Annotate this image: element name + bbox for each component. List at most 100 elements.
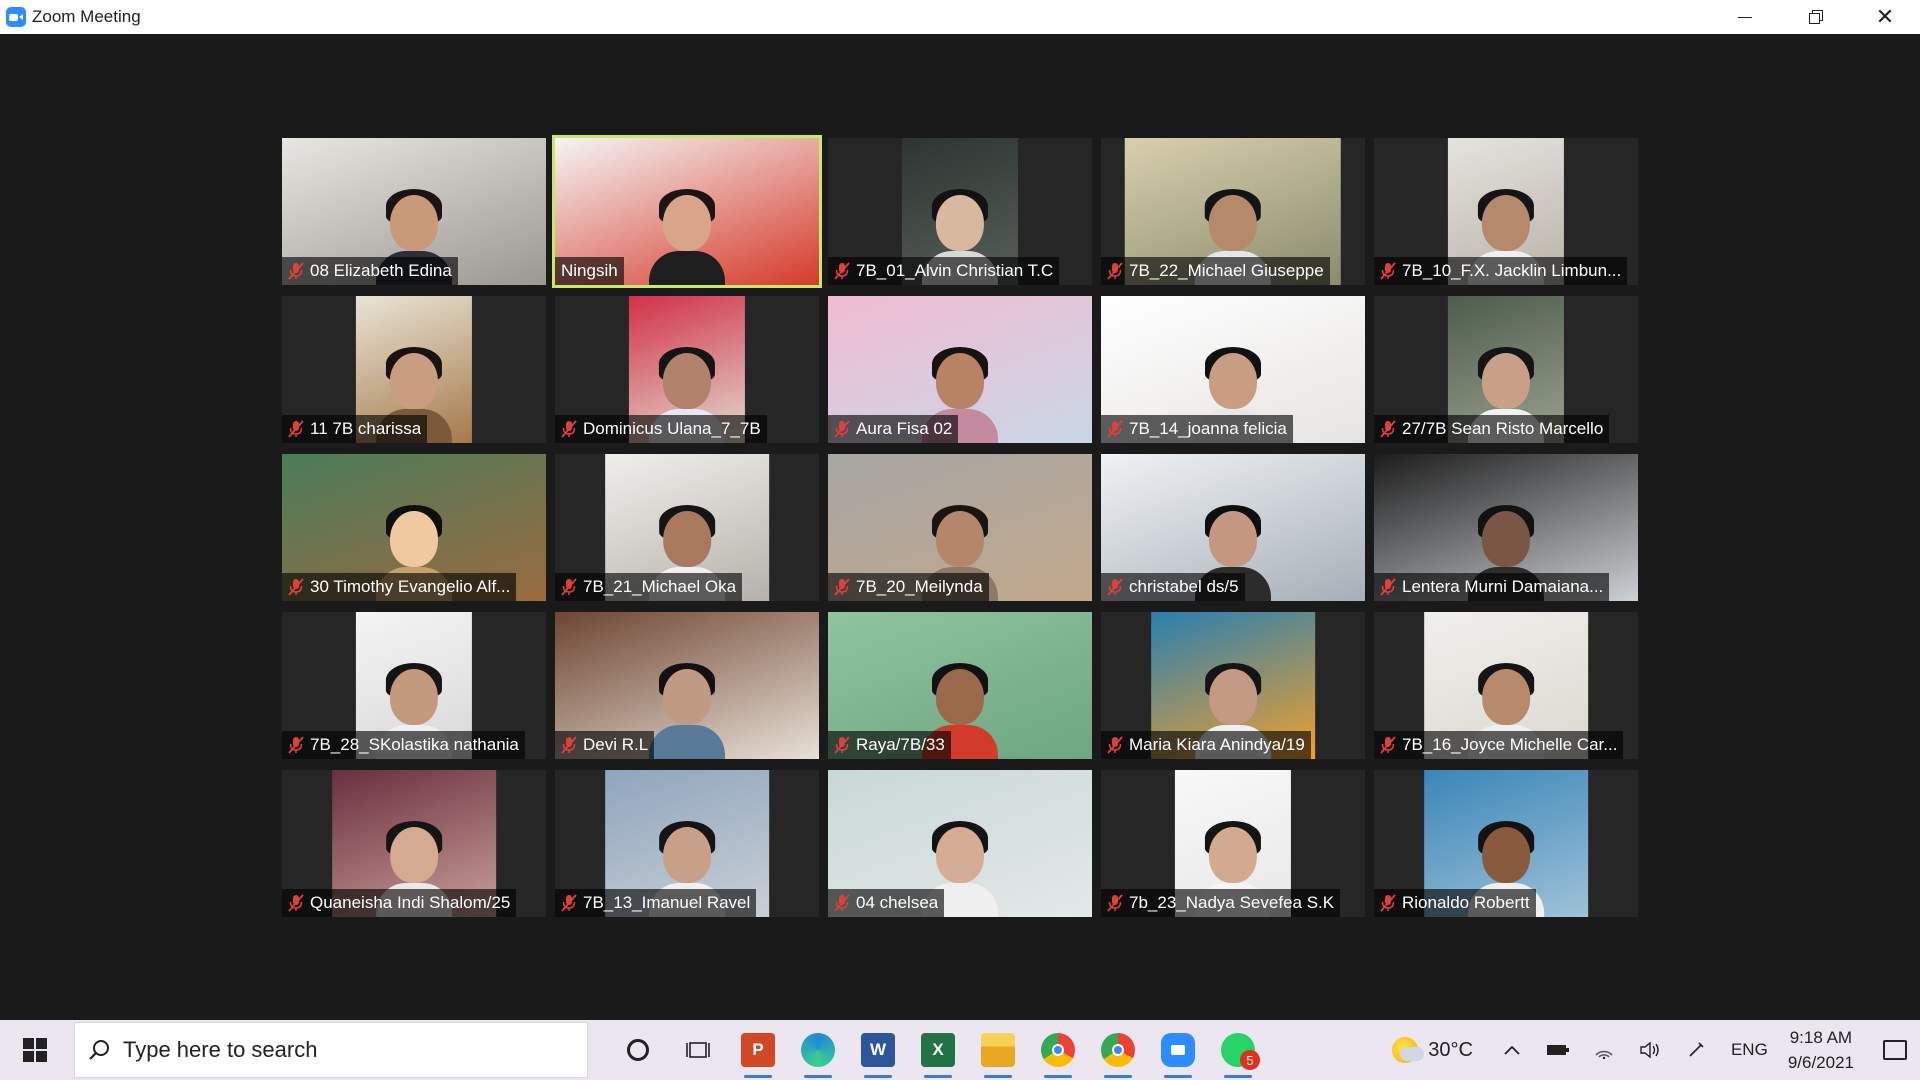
wifi-icon[interactable] — [1581, 1020, 1627, 1080]
battery-icon[interactable] — [1535, 1020, 1581, 1080]
search-placeholder: Type here to search — [123, 1037, 318, 1062]
participant-tile[interactable]: Quaneisha Indi Shalom/25 — [282, 770, 546, 917]
participant-tile[interactable]: 30 Timothy Evangelio Alf... — [282, 454, 546, 601]
participant-tile[interactable]: Raya/7B/33 — [828, 612, 1092, 759]
participant-namebar: Aura Fisa 02 — [828, 415, 959, 443]
participant-tile[interactable]: Rionaldo Robertt — [1374, 770, 1638, 917]
clock[interactable]: 9:18 AM 9/6/2021 — [1788, 1025, 1854, 1075]
participant-namebar: Lentera Murni Damaiana... — [1374, 573, 1610, 601]
cortana-taskbar-button[interactable] — [608, 1020, 668, 1080]
file-explorer-taskbar-button[interactable] — [968, 1020, 1028, 1080]
edge-icon — [801, 1033, 835, 1067]
participant-name: christabel ds/5 — [1129, 577, 1239, 596]
participant-tile[interactable]: Lentera Murni Damaiana... — [1374, 454, 1638, 601]
participant-namebar: 7B_22_Michael Giuseppe — [1101, 257, 1330, 285]
clock-time: 9:18 AM — [1789, 1028, 1853, 1047]
whatsapp-taskbar-button[interactable]: 5 — [1208, 1020, 1268, 1080]
participant-tile[interactable]: 7B_16_Joyce Michelle Car... — [1374, 612, 1638, 759]
participant-namebar: Quaneisha Indi Shalom/25 — [282, 889, 517, 917]
participant-name: 7B_14_joanna felicia — [1129, 419, 1287, 438]
participant-namebar: 08 Elizabeth Edina — [282, 257, 458, 285]
participant-namebar: 7B_13_Imanuel Ravel — [555, 889, 757, 917]
participant-name: Quaneisha Indi Shalom/25 — [310, 893, 511, 912]
participant-name: 7B_16_Joyce Michelle Car... — [1402, 735, 1618, 754]
volume-icon[interactable] — [1627, 1020, 1673, 1080]
zoom-taskbar-button[interactable] — [1148, 1020, 1208, 1080]
muted-mic-icon — [1105, 893, 1125, 913]
show-hidden-icons-chevron-up-icon[interactable] — [1489, 1020, 1535, 1080]
word-icon: W — [861, 1033, 895, 1067]
participant-tile[interactable]: Aura Fisa 02 — [828, 296, 1092, 443]
participant-name: Rionaldo Robertt — [1402, 893, 1530, 912]
participant-name: 7B_10_F.X. Jacklin Limbun... — [1402, 261, 1622, 280]
participant-tile[interactable]: 7B_13_Imanuel Ravel — [555, 770, 819, 917]
participant-namebar: 7b_23_Nadya Sevefea S.K — [1101, 889, 1341, 917]
weather-widget[interactable]: 30°C — [1392, 1037, 1473, 1063]
pen-icon[interactable] — [1673, 1020, 1719, 1080]
participant-tile[interactable]: 11 7B charissa — [282, 296, 546, 443]
participant-tile[interactable]: 04 chelsea — [828, 770, 1092, 917]
zoom-app-icon — [6, 7, 26, 27]
system-tray: 30°C ENG 9:18 AM 9/6/2021 — [1392, 1020, 1920, 1080]
participant-tile[interactable]: 7B_28_SKolastika nathania — [282, 612, 546, 759]
title-bar: Zoom Meeting ✕ — [0, 0, 1920, 34]
participant-tile[interactable]: 7B_21_Michael Oka — [555, 454, 819, 601]
participant-tile[interactable]: 27/7B Sean Risto Marcello — [1374, 296, 1638, 443]
start-button[interactable] — [0, 1020, 70, 1080]
windows-logo-icon — [23, 1038, 47, 1062]
participant-namebar: Rionaldo Robertt — [1374, 889, 1536, 917]
excel-taskbar-button[interactable]: X — [908, 1020, 968, 1080]
close-button[interactable]: ✕ — [1850, 0, 1920, 34]
taskbar-search[interactable]: Type here to search — [74, 1022, 588, 1078]
participant-name: 11 7B charissa — [310, 419, 422, 438]
muted-mic-icon — [286, 893, 306, 913]
participant-tile[interactable]: 7B_14_joanna felicia — [1101, 296, 1365, 443]
word-taskbar-button[interactable]: W — [848, 1020, 908, 1080]
weather-temp: 30°C — [1428, 1038, 1473, 1061]
taskbar-apps: P WX 5 — [608, 1020, 1268, 1080]
notification-center-button[interactable] — [1870, 1020, 1920, 1080]
participant-name: 7B_21_Michael Oka — [583, 577, 737, 596]
muted-mic-icon — [1378, 735, 1398, 755]
participant-name: Devi R.L — [583, 735, 649, 754]
muted-mic-icon — [832, 893, 852, 913]
participant-namebar: 7B_10_F.X. Jacklin Limbun... — [1374, 257, 1628, 285]
task-view-taskbar-button[interactable] — [668, 1020, 728, 1080]
minimize-button[interactable] — [1710, 0, 1780, 34]
muted-mic-icon — [559, 735, 579, 755]
participant-name: 27/7B Sean Risto Marcello — [1402, 419, 1604, 438]
participant-tile[interactable]: Devi R.L — [555, 612, 819, 759]
participant-tile[interactable]: 7B_10_F.X. Jacklin Limbun... — [1374, 138, 1638, 285]
edge-taskbar-button[interactable] — [788, 1020, 848, 1080]
participant-namebar: 7B_21_Michael Oka — [555, 573, 743, 601]
restore-button[interactable] — [1780, 0, 1850, 34]
zoom-icon — [1161, 1033, 1195, 1067]
muted-mic-icon — [559, 577, 579, 597]
gallery-grid: 08 Elizabeth Edina Ningsih 7B_01_Alvin Chr… — [282, 135, 1639, 917]
participant-namebar: 27/7B Sean Risto Marcello — [1374, 415, 1610, 443]
window-title: Zoom Meeting — [32, 7, 141, 26]
language-indicator[interactable]: ENG — [1731, 1040, 1768, 1060]
participant-name: Raya/7B/33 — [856, 735, 945, 754]
participant-tile[interactable]: Dominicus Ulana_7_7B — [555, 296, 819, 443]
participant-tile[interactable]: 7B_20_Meilynda — [828, 454, 1092, 601]
participant-name: Lentera Murni Damaiana... — [1402, 577, 1604, 596]
participant-namebar: 04 chelsea — [828, 889, 945, 917]
chrome-profile-taskbar-button[interactable] — [1088, 1020, 1148, 1080]
file-explorer-icon — [981, 1033, 1015, 1067]
participant-namebar: Devi R.L — [555, 731, 655, 759]
weather-icon — [1392, 1037, 1425, 1063]
participant-name: Maria Kiara Anindya/19 — [1129, 735, 1305, 754]
muted-mic-icon — [1378, 893, 1398, 913]
participant-tile[interactable]: 08 Elizabeth Edina — [282, 138, 546, 285]
participant-tile[interactable]: 7B_01_Alvin Christian T.C — [828, 138, 1092, 285]
participant-tile[interactable]: christabel ds/5 — [1101, 454, 1365, 601]
participant-tile[interactable]: Ningsih — [552, 135, 822, 288]
participant-tile[interactable]: 7B_22_Michael Giuseppe — [1101, 138, 1365, 285]
chrome-taskbar-button[interactable] — [1028, 1020, 1088, 1080]
participant-tile[interactable]: Maria Kiara Anindya/19 — [1101, 612, 1365, 759]
participant-namebar: 7B_20_Meilynda — [828, 573, 989, 601]
participant-tile[interactable]: 7b_23_Nadya Sevefea S.K — [1101, 770, 1365, 917]
powerpoint-icon: P — [741, 1033, 775, 1067]
powerpoint-taskbar-button[interactable]: P — [728, 1020, 788, 1080]
